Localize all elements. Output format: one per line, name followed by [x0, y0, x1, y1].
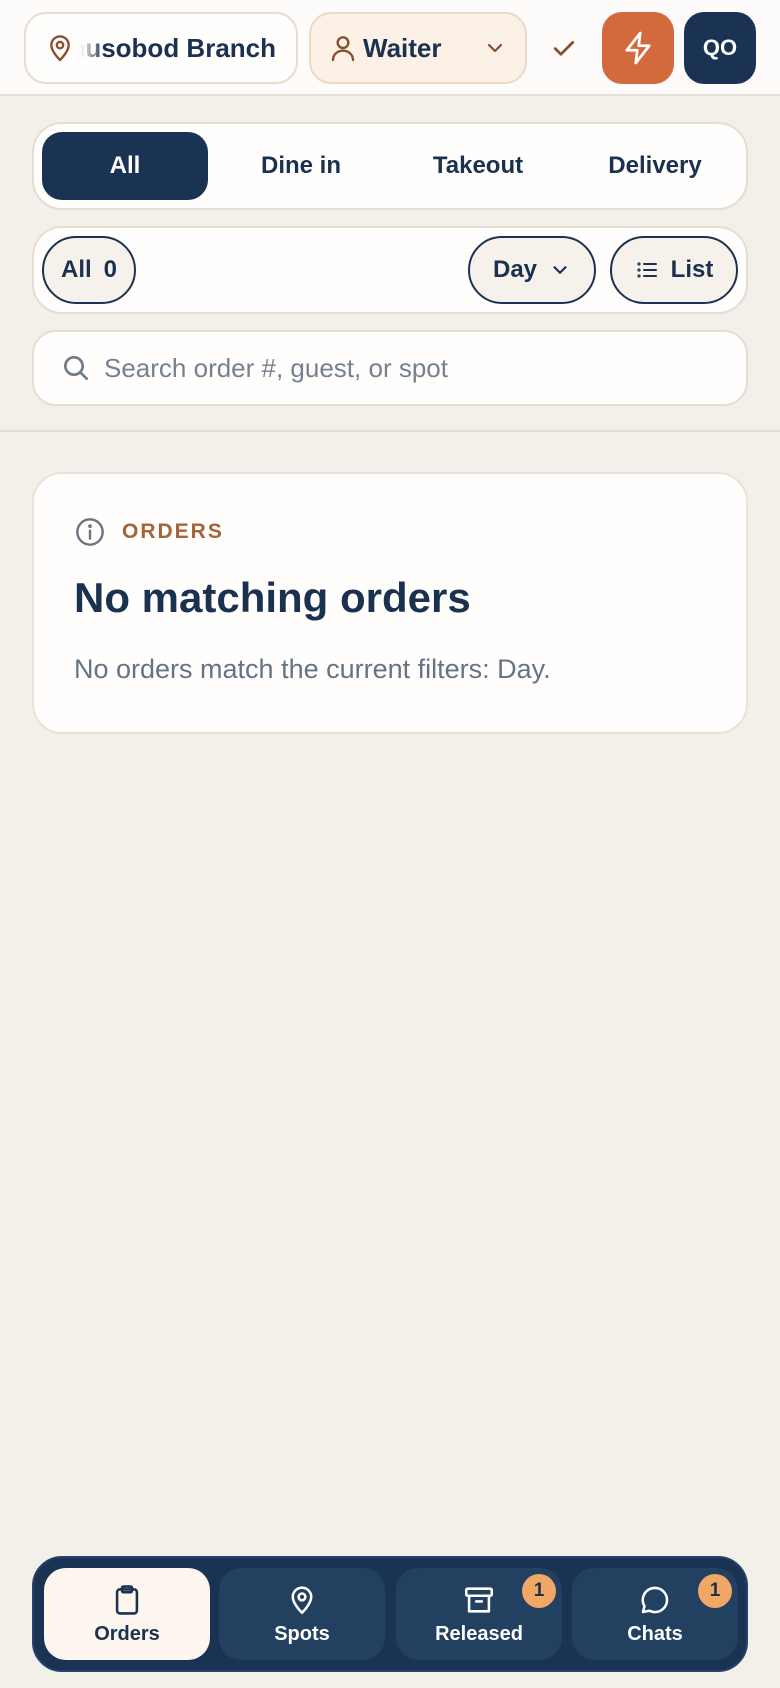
branch-selector[interactable]: Yunusobod Branch [24, 12, 298, 84]
view-toggle-button[interactable]: List [610, 236, 738, 304]
status-filter-label: All [60, 256, 92, 283]
archive-icon [464, 1586, 494, 1613]
view-label: List [670, 256, 714, 283]
tab-takeout[interactable]: Takeout [395, 132, 561, 200]
chevron-down-icon [553, 266, 567, 274]
nav-chats-label: Chats [627, 1622, 683, 1645]
bottom-navigation: Orders Spots Released 1 Chats 1 [32, 1556, 748, 1672]
clipboard-icon [115, 1584, 139, 1615]
role-label: Waiter [363, 33, 442, 63]
search-icon [64, 356, 88, 380]
avatar[interactable]: QO [684, 12, 756, 84]
nav-spots[interactable]: Spots [219, 1568, 385, 1660]
search-bar [32, 330, 748, 406]
nav-chats[interactable]: Chats 1 [572, 1568, 738, 1660]
tab-delivery[interactable]: Delivery [572, 132, 738, 200]
nav-released-label: Released [435, 1622, 523, 1645]
map-pin-icon [291, 1585, 313, 1614]
user-icon [331, 36, 355, 62]
top-bar: Yunusobod Branch Waiter QO [0, 0, 780, 96]
lightning-bolt-icon [625, 31, 651, 65]
empty-state-card: ORDERS No matching orders No orders matc… [32, 472, 748, 734]
nav-spots-label: Spots [274, 1622, 330, 1645]
nav-orders-label: Orders [94, 1622, 160, 1645]
period-dropdown[interactable]: Day [468, 236, 596, 304]
order-type-tabs: All Dine in Takeout Delivery [32, 122, 748, 210]
check-icon [553, 41, 575, 56]
status-count: 0 [103, 256, 118, 283]
empty-state-title: No matching orders [74, 574, 471, 621]
status-filter-pill[interactable]: All 0 [42, 236, 136, 304]
nav-orders[interactable]: Orders [44, 1568, 210, 1660]
period-label: Day [492, 256, 538, 283]
chevron-down-icon [487, 43, 503, 53]
filter-bar: All 0 Day List [32, 226, 748, 314]
nav-released[interactable]: Released 1 [396, 1568, 562, 1660]
list-icon [637, 262, 657, 278]
confirm-button[interactable] [544, 28, 584, 68]
chats-count-badge: 1 [698, 1574, 732, 1608]
info-icon [76, 518, 104, 546]
section-divider [0, 430, 780, 432]
chat-bubble-icon [641, 1586, 669, 1613]
search-input[interactable] [104, 340, 724, 396]
released-count-badge: 1 [522, 1574, 556, 1608]
empty-state-eyebrow: ORDERS [122, 520, 224, 543]
map-pin-icon [50, 35, 70, 62]
tab-all[interactable]: All [42, 132, 208, 200]
empty-state-message: No orders match the current filters: Day… [74, 654, 551, 684]
quick-action-button[interactable] [602, 12, 674, 84]
tab-dine-in[interactable]: Dine in [218, 132, 384, 200]
role-selector[interactable]: Waiter [309, 12, 527, 84]
